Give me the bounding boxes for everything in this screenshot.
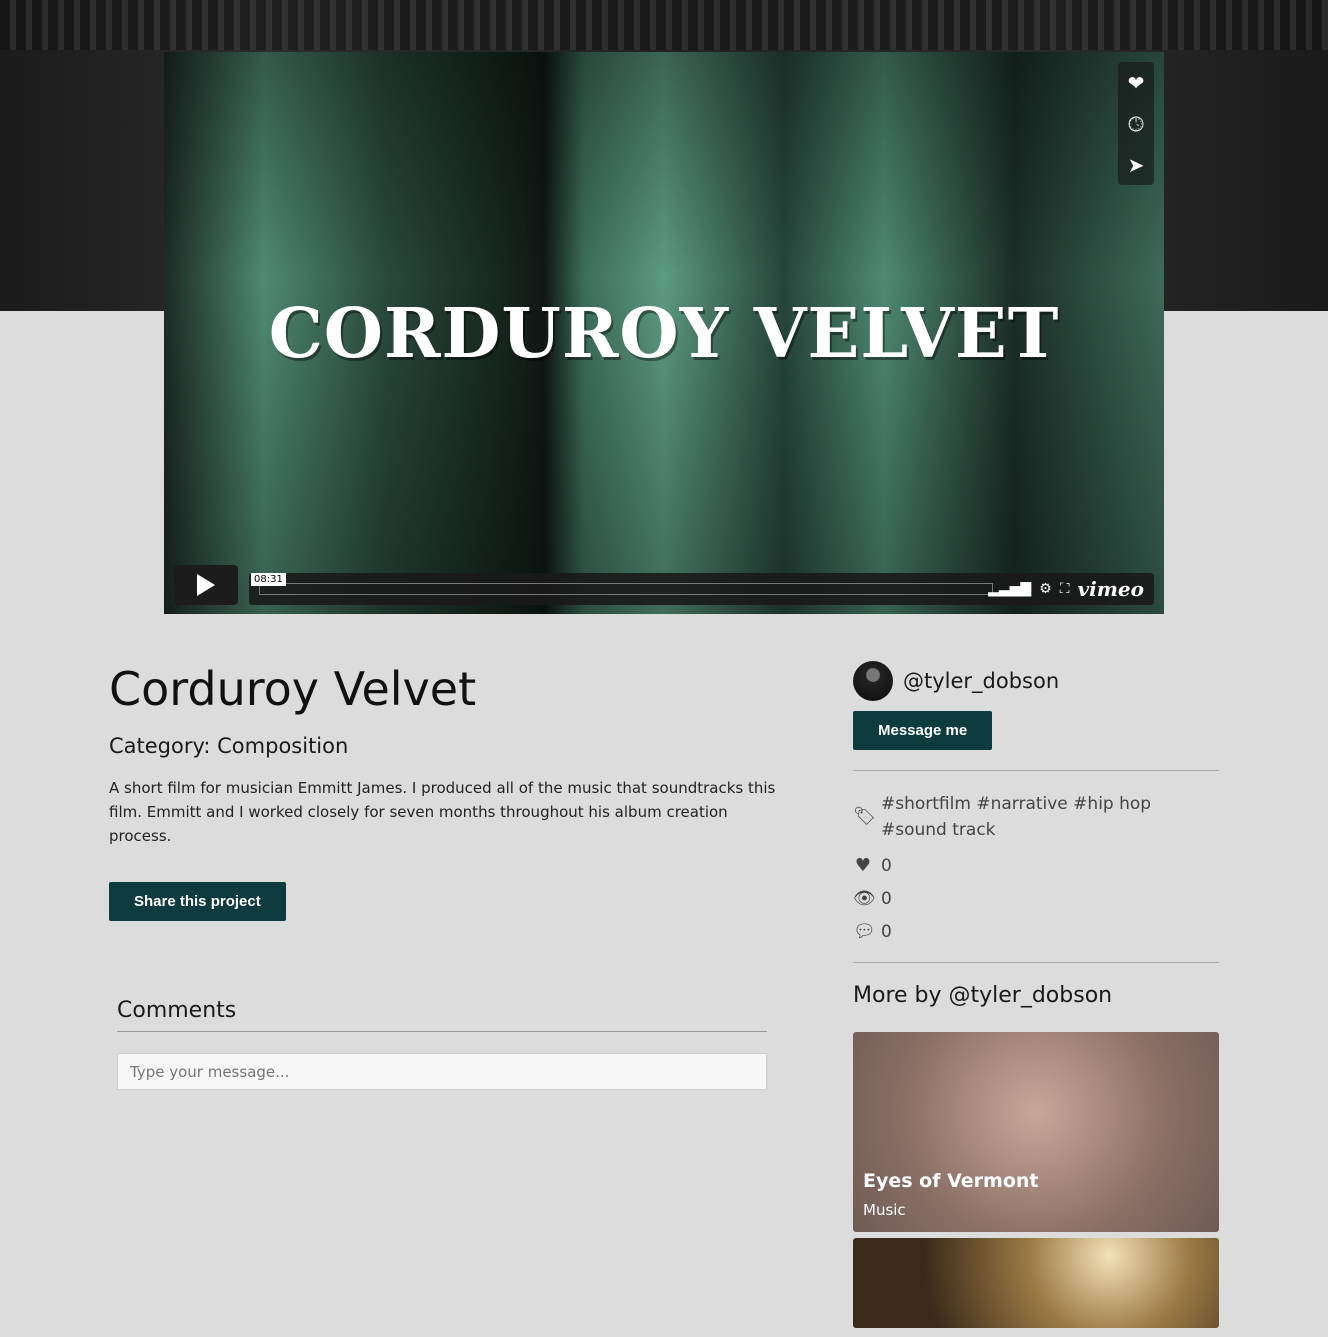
message-button[interactable]: Message me	[853, 711, 993, 750]
play-icon	[197, 574, 215, 596]
watch-later-icon[interactable]: 🕓︎	[1118, 103, 1154, 144]
volume-icon[interactable]: ▂▃▅▇	[988, 581, 1031, 597]
share-project-button[interactable]: Share this project	[109, 882, 286, 921]
share-icon[interactable]: ➤	[1118, 144, 1154, 185]
project-card[interactable]	[853, 1238, 1219, 1328]
control-bar: 08:31 ▂▃▅▇ ⚙ ⛶ vimeo	[249, 573, 1154, 605]
play-button[interactable]	[174, 565, 238, 605]
project-category: Category: Composition	[109, 734, 349, 758]
project-description: A short film for musician Emmitt James. …	[109, 779, 776, 845]
card-title: Eyes of Vermont	[863, 1170, 1039, 1192]
video-controls: 08:31 ▂▃▅▇ ⚙ ⛶ vimeo	[174, 565, 1154, 605]
author-sidebar: @tyler_dobson Message me 🏷︎ #shortfilm #n…	[853, 661, 1219, 1328]
likes-count: 0	[881, 855, 892, 876]
progress-bar[interactable]: 08:31	[251, 573, 993, 595]
project-info: Corduroy Velvet Category: Composition A …	[109, 662, 779, 921]
like-icon[interactable]: ❤	[1118, 62, 1154, 103]
tags-list: #shortfilm #narrative #hip hop #sound tr…	[881, 794, 1152, 840]
card-category: Music	[863, 1201, 906, 1219]
divider	[853, 962, 1219, 963]
comment-input[interactable]	[117, 1053, 767, 1090]
fullscreen-icon[interactable]: ⛶	[1060, 581, 1070, 597]
comments-count: 0	[881, 921, 892, 942]
avatar[interactable]	[853, 661, 893, 701]
heart-icon: ♥	[854, 855, 872, 876]
time-tooltip: 08:31	[251, 573, 286, 586]
divider	[853, 770, 1219, 771]
comments-section: Comments	[117, 998, 767, 1090]
views-count: 0	[881, 888, 892, 909]
vimeo-logo[interactable]: vimeo	[1078, 577, 1144, 601]
tag-icon: 🏷︎	[853, 806, 876, 827]
video-player[interactable]: CORDUROY VELVET ❤ 🕓︎ ➤ 08:31 ▂▃▅▇ ⚙ ⛶ vi…	[164, 52, 1164, 614]
page-title: Corduroy Velvet	[109, 662, 477, 716]
eye-icon: 👁︎	[853, 888, 876, 909]
project-card[interactable]: Eyes of Vermont Music	[853, 1032, 1219, 1232]
video-side-actions: ❤ 🕓︎ ➤	[1118, 62, 1154, 185]
author-handle[interactable]: @tyler_dobson	[903, 669, 1059, 693]
comments-heading: Comments	[117, 998, 767, 1032]
settings-icon[interactable]: ⚙	[1039, 581, 1052, 597]
comment-icon: 💬︎	[853, 921, 876, 942]
video-title-card: CORDUROY VELVET	[268, 294, 1060, 374]
more-by-heading: More by @tyler_dobson	[853, 983, 1113, 1008]
